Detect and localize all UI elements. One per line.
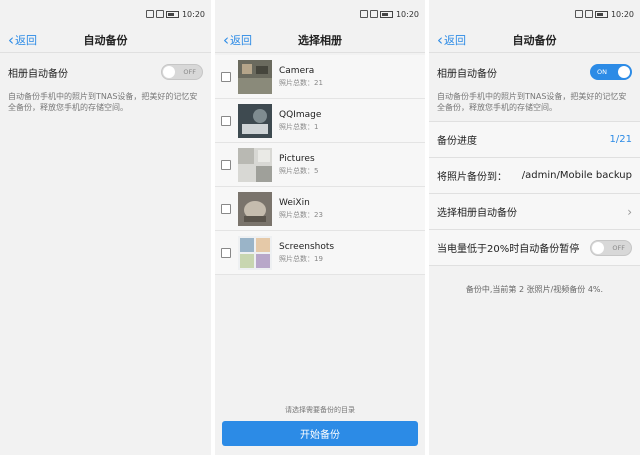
select-album-label: 选择相册自动备份 [437,208,517,219]
nav-bar: ‹ 返回 选择相册 [215,28,425,53]
back-label: 返回 [444,34,466,47]
auto-backup-toggle[interactable]: ON [590,64,632,80]
back-label: 返回 [15,34,37,47]
status-time: 10:20 [181,9,205,19]
album-count: 照片总数：1 [279,122,319,131]
auto-backup-label: 相册自动备份 [437,68,497,80]
toggle-knob [592,241,604,254]
album-thumbnail [238,147,272,182]
battery-icon [594,10,608,18]
album-item-camera[interactable]: Camera 照片总数：21 [215,55,425,99]
album-item-screenshots[interactable]: Screenshots 照片总数：19 [215,231,425,275]
select-album-screen: 10:20 ‹ 返回 选择相册 Camera 照片总数：21 QQImage 照… [215,0,425,455]
auto-backup-screen-off: 10:20 ‹ 返回 自动备份 相册自动备份 OFF 自动备份手机中的照片到TN… [0,0,211,455]
album-thumbnail [238,235,272,270]
album-thumbnail [238,103,272,138]
status-icons [145,10,179,18]
toggle-knob [618,66,630,78]
status-bar: 10:20 [429,0,640,28]
backup-progress-row: 备份进度 1/21 [429,121,640,157]
start-backup-button[interactable]: 开始备份 [222,421,418,446]
chevron-right-icon: › [627,204,632,219]
page-title: 自动备份 [512,34,557,47]
auto-backup-label: 相册自动备份 [8,68,68,80]
backup-status-message: 备份中,当前第 2 张照片/视频备份 4%. [465,285,604,294]
album-count: 照片总数：19 [279,254,323,263]
status-time: 10:20 [610,9,634,19]
album-item-qqimage[interactable]: QQImage 照片总数：1 [215,99,425,143]
auto-backup-screen-on: 10:20 ‹ 返回 自动备份 相册自动备份 ON 自动备份手机中的照片到TNA… [429,0,640,455]
auto-backup-setting-row: 相册自动备份 ON [429,53,640,91]
backup-destination-row[interactable]: 将照片备份到： /admin/Mobile backup [429,157,640,193]
album-checkbox[interactable] [221,247,231,258]
album-name: Screenshots [279,241,335,252]
page-title: 自动备份 [83,34,128,47]
auto-backup-description: 自动备份手机中的照片到TNAS设备，把美好的记忆安全备份，释放您手机的存储空间。 [8,92,198,112]
auto-backup-setting-row: 相册自动备份 OFF [0,53,211,91]
signal-icon [359,10,368,18]
battery-icon [165,10,179,18]
status-icons [574,10,608,18]
album-checkbox[interactable] [221,115,231,126]
album-name: Pictures [279,153,315,164]
album-thumbnail [238,59,272,94]
toggle-state-label: OFF [612,243,625,252]
toggle-state-label: OFF [183,68,196,76]
back-button[interactable]: ‹ 返回 [223,32,252,48]
status-bar: 10:20 [0,0,211,28]
backup-progress-label: 备份进度 [437,136,477,147]
album-checkbox[interactable] [221,71,231,82]
chevron-left-icon: ‹ [437,31,443,49]
nav-bar: ‹ 返回 自动备份 [429,28,640,53]
album-list: Camera 照片总数：21 QQImage 照片总数：1 Pictures 照… [215,55,425,275]
back-button[interactable]: ‹ 返回 [8,32,37,48]
auto-backup-description: 自动备份手机中的照片到TNAS设备，把美好的记忆安全备份，释放您手机的存储空间。 [437,92,627,112]
page-title: 选择相册 [298,34,342,47]
album-count: 照片总数：21 [279,78,323,87]
nav-bar: ‹ 返回 自动备份 [0,28,211,53]
select-album-row[interactable]: 选择相册自动备份 › [429,193,640,229]
low-battery-pause-row: 当电量低于20%时自动备份暂停 OFF [429,229,640,266]
wifi-icon [155,10,164,18]
album-item-pictures[interactable]: Pictures 照片总数：5 [215,143,425,187]
signal-icon [574,10,583,18]
low-battery-pause-label: 当电量低于20%时自动备份暂停 [437,244,580,255]
status-bar: 10:20 [215,0,425,28]
album-checkbox[interactable] [221,159,231,170]
auto-backup-toggle[interactable]: OFF [161,64,203,80]
album-name: WeiXin [279,197,310,208]
wifi-icon [369,10,378,18]
chevron-left-icon: ‹ [223,31,229,49]
album-count: 照片总数：23 [279,210,323,219]
album-count: 照片总数：5 [279,166,319,175]
album-name: Camera [279,65,315,76]
album-checkbox[interactable] [221,203,231,214]
toggle-knob [163,66,175,78]
battery-icon [379,10,393,18]
back-button[interactable]: ‹ 返回 [437,32,466,48]
album-name: QQImage [279,109,322,120]
status-icons [359,10,393,18]
backup-destination-path: /admin/Mobile backup [521,170,632,181]
back-label: 返回 [230,34,252,47]
wifi-icon [584,10,593,18]
backup-destination-label: 将照片备份到： [437,172,507,183]
toggle-state-label: ON [597,68,607,76]
album-item-weixin[interactable]: WeiXin 照片总数：23 [215,187,425,231]
low-battery-pause-toggle[interactable]: OFF [590,239,632,256]
status-time: 10:20 [395,9,419,19]
backup-progress-value: 1/21 [609,134,632,145]
signal-icon [145,10,154,18]
album-thumbnail [238,191,272,226]
chevron-left-icon: ‹ [8,31,14,49]
select-directory-hint: 请选择需要备份的目录 [285,406,355,414]
